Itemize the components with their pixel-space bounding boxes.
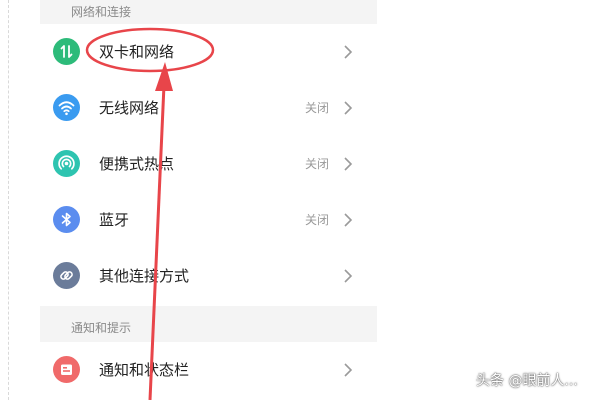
status-text: 关闭: [305, 157, 330, 171]
chevron-right-icon: [344, 101, 353, 115]
wifi-icon: [53, 94, 80, 121]
row-label: 便携式热点: [99, 155, 175, 173]
row-label: 其他连接方式: [99, 267, 190, 285]
chevron-right-icon: [344, 363, 353, 377]
row-bluetooth[interactable]: 蓝牙 关闭: [40, 192, 377, 248]
chevron-right-icon: [344, 45, 353, 59]
row-hotspot[interactable]: 便携式热点 关闭: [40, 136, 377, 192]
chevron-right-icon: [344, 213, 353, 227]
dual-arrows-icon: [53, 38, 80, 65]
link-icon: [53, 262, 80, 289]
settings-list: 网络和连接 双卡和网络 无线网络 关闭 便携式热点 关闭 蓝牙 关闭 其他连接方…: [40, 0, 377, 400]
chevron-right-icon: [344, 157, 353, 171]
row-other-connections[interactable]: 其他连接方式: [40, 248, 377, 304]
hotspot-icon: [53, 150, 80, 177]
row-label: 蓝牙: [99, 211, 130, 229]
row-dual-sim-network[interactable]: 双卡和网络: [40, 24, 377, 80]
bluetooth-icon: [53, 206, 80, 233]
section-header-notifications: 通知和提示: [40, 306, 377, 342]
status-text: 关闭: [305, 213, 330, 227]
section-title: 网络和连接: [71, 5, 132, 19]
row-wifi[interactable]: 无线网络 关闭: [40, 80, 377, 136]
row-notification-statusbar[interactable]: 通知和状态栏: [40, 342, 377, 398]
page-edge-divider: [8, 0, 9, 400]
notification-icon: [53, 356, 80, 383]
row-label: 双卡和网络: [99, 43, 175, 61]
section-title: 通知和提示: [71, 321, 132, 335]
status-text: 关闭: [305, 101, 330, 115]
watermark: 头条 @眼前人...: [476, 373, 578, 389]
settings-screen: 网络和连接 双卡和网络 无线网络 关闭 便携式热点 关闭 蓝牙 关闭 其他连接方…: [0, 0, 600, 400]
chevron-right-icon: [344, 269, 353, 283]
section-header-network: 网络和连接: [40, 0, 377, 24]
row-label: 通知和状态栏: [99, 361, 190, 379]
row-label: 无线网络: [99, 99, 160, 117]
